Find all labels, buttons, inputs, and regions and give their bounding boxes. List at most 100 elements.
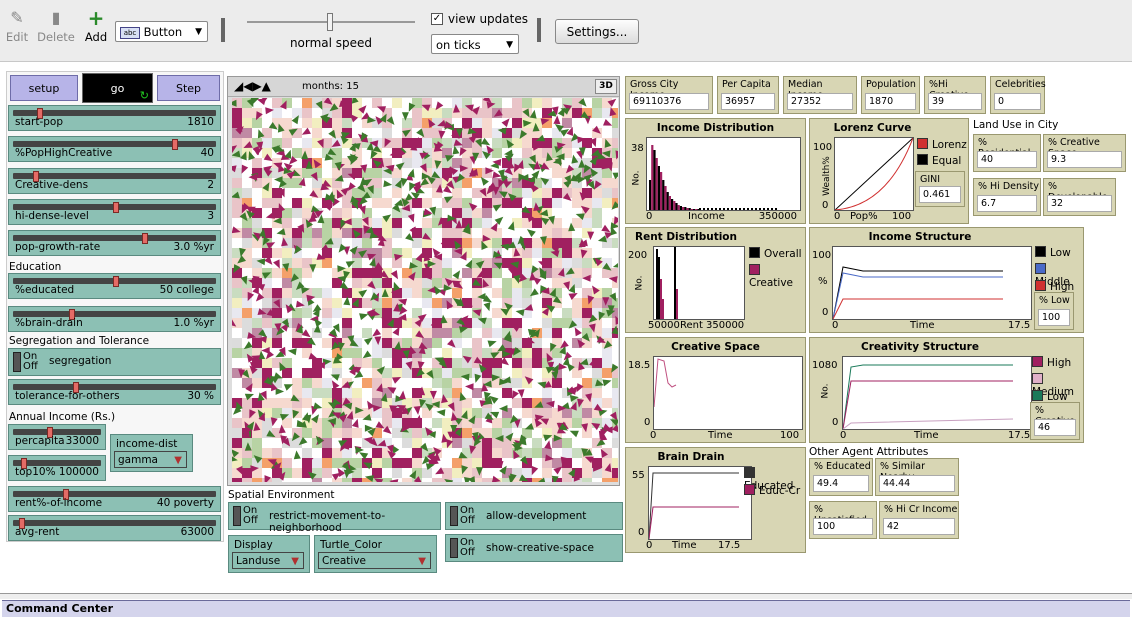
slider-creative-dens[interactable]: Creative-dens 2 [8, 168, 221, 194]
patch [442, 458, 452, 468]
patch [502, 368, 512, 378]
turtle-color-chooser[interactable]: Turtle_Color Creative ▼ [314, 535, 437, 573]
patch [522, 358, 532, 368]
widget-type-select[interactable]: abc Button ▼ [115, 21, 208, 42]
patch [582, 348, 592, 358]
slider--pophighcreative[interactable]: %PopHighCreative 40 [8, 136, 221, 162]
patch [512, 98, 522, 108]
patch [342, 288, 352, 298]
slider-knob[interactable] [142, 233, 149, 244]
patch [572, 118, 582, 128]
patch [322, 268, 332, 278]
slider-hi-dense-level[interactable]: hi-dense-level 3 [8, 199, 221, 225]
display-chooser[interactable]: Display Landuse ▼ [228, 535, 310, 573]
patch [482, 448, 492, 458]
slider-knob[interactable] [112, 202, 119, 213]
patch [602, 188, 612, 198]
edit-button[interactable]: ✎ Edit [4, 8, 30, 44]
patch [342, 348, 352, 358]
patch [522, 248, 532, 258]
patch [312, 238, 322, 248]
slider-rent-pct[interactable]: rent%-of-income 40 poverty [8, 486, 221, 512]
add-button[interactable]: + Add [82, 8, 110, 44]
switch-toggle[interactable] [13, 352, 21, 372]
patch [232, 478, 242, 482]
patch [412, 428, 422, 438]
histogram-bar [664, 186, 667, 210]
patch [602, 248, 612, 258]
patch [462, 198, 472, 208]
slider-avg-rent[interactable]: avg-rent 63000 [8, 515, 221, 541]
allow-development-switch[interactable]: On Off allow-development [445, 502, 623, 530]
restrict-movement-switch[interactable]: On Off restrict-movement-to-neighborhood [228, 502, 441, 534]
patch [352, 428, 362, 438]
patch [292, 358, 302, 368]
patch [572, 218, 582, 228]
income-dist-chooser[interactable]: income-dist gamma ▼ [110, 434, 193, 472]
patch [452, 378, 462, 388]
patch [282, 118, 292, 128]
histogram-bar [660, 172, 663, 210]
3d-view-button[interactable]: 3D [595, 79, 617, 94]
slider-brain-drain[interactable]: %brain-drain 1.0 %yr [8, 306, 221, 332]
income-distribution-plot: Income Distribution 38 No. 0 Income 3500… [625, 118, 806, 224]
creativity-structure-plot: Creativity Structure 1080 0 No. 0 Time 1… [809, 337, 1084, 443]
patch [592, 98, 602, 108]
patch [492, 298, 502, 308]
patch [282, 398, 292, 408]
speed-slider-thumb[interactable] [327, 13, 333, 31]
patch [452, 368, 462, 378]
patch [552, 308, 562, 318]
patch [602, 398, 612, 408]
patch [242, 228, 252, 238]
patch [612, 388, 618, 398]
histogram-bar [658, 257, 660, 319]
patch [382, 408, 392, 418]
patch [612, 458, 618, 468]
histogram-bar [727, 208, 729, 210]
world-canvas[interactable] [232, 98, 618, 482]
go-button[interactable]: go ↻ [82, 73, 153, 103]
patch [312, 388, 322, 398]
settings-button[interactable]: Settings... [555, 19, 639, 44]
update-mode-select[interactable]: on ticks ▼ [431, 34, 519, 54]
slider-percapita[interactable]: percapita 33000 [8, 424, 106, 450]
patch [262, 298, 272, 308]
slider-top10[interactable]: top10% 100000 [8, 455, 106, 481]
step-button[interactable]: Step [157, 75, 220, 101]
show-creative-space-switch[interactable]: On Off show-creative-space [445, 534, 623, 562]
patch [232, 298, 242, 308]
patch [602, 128, 612, 138]
patch [272, 408, 282, 418]
patch [442, 228, 452, 238]
patch [362, 328, 372, 338]
patch [532, 98, 542, 108]
slider-start-pop[interactable]: start-pop 1810 [8, 105, 221, 131]
histogram-bar [759, 208, 761, 210]
patch [552, 228, 562, 238]
slider-knob[interactable] [172, 139, 179, 150]
slider-knob[interactable] [112, 276, 119, 287]
slider-pop-growth-rate[interactable]: pop-growth-rate 3.0 %yr [8, 230, 221, 256]
histogram-bar [649, 180, 652, 210]
patch [422, 478, 432, 482]
slider-tolerance[interactable]: tolerance-for-others 30 % [8, 379, 221, 405]
patch [282, 198, 292, 208]
patch [432, 198, 442, 208]
patch [382, 458, 392, 468]
view-updates-checkbox[interactable]: ✓ [431, 13, 443, 25]
patch [262, 318, 272, 328]
delete-button[interactable]: ▮ Delete [36, 8, 76, 44]
toolbar: ✎ Edit ▮ Delete + Add abc Button ▼ norma… [0, 0, 1132, 62]
view-controls-icon[interactable]: ◢◀▶▲ [234, 79, 271, 93]
patch [372, 128, 382, 138]
patch [452, 468, 462, 478]
patch [542, 128, 552, 138]
segregation-switch[interactable]: On Off segregation [8, 348, 221, 376]
patch [402, 118, 412, 128]
middle-line [832, 272, 1003, 320]
patch [352, 458, 362, 468]
slider-educated[interactable]: %educated 50 college [8, 273, 221, 299]
setup-button[interactable]: setup [10, 75, 78, 101]
patch [512, 428, 522, 438]
